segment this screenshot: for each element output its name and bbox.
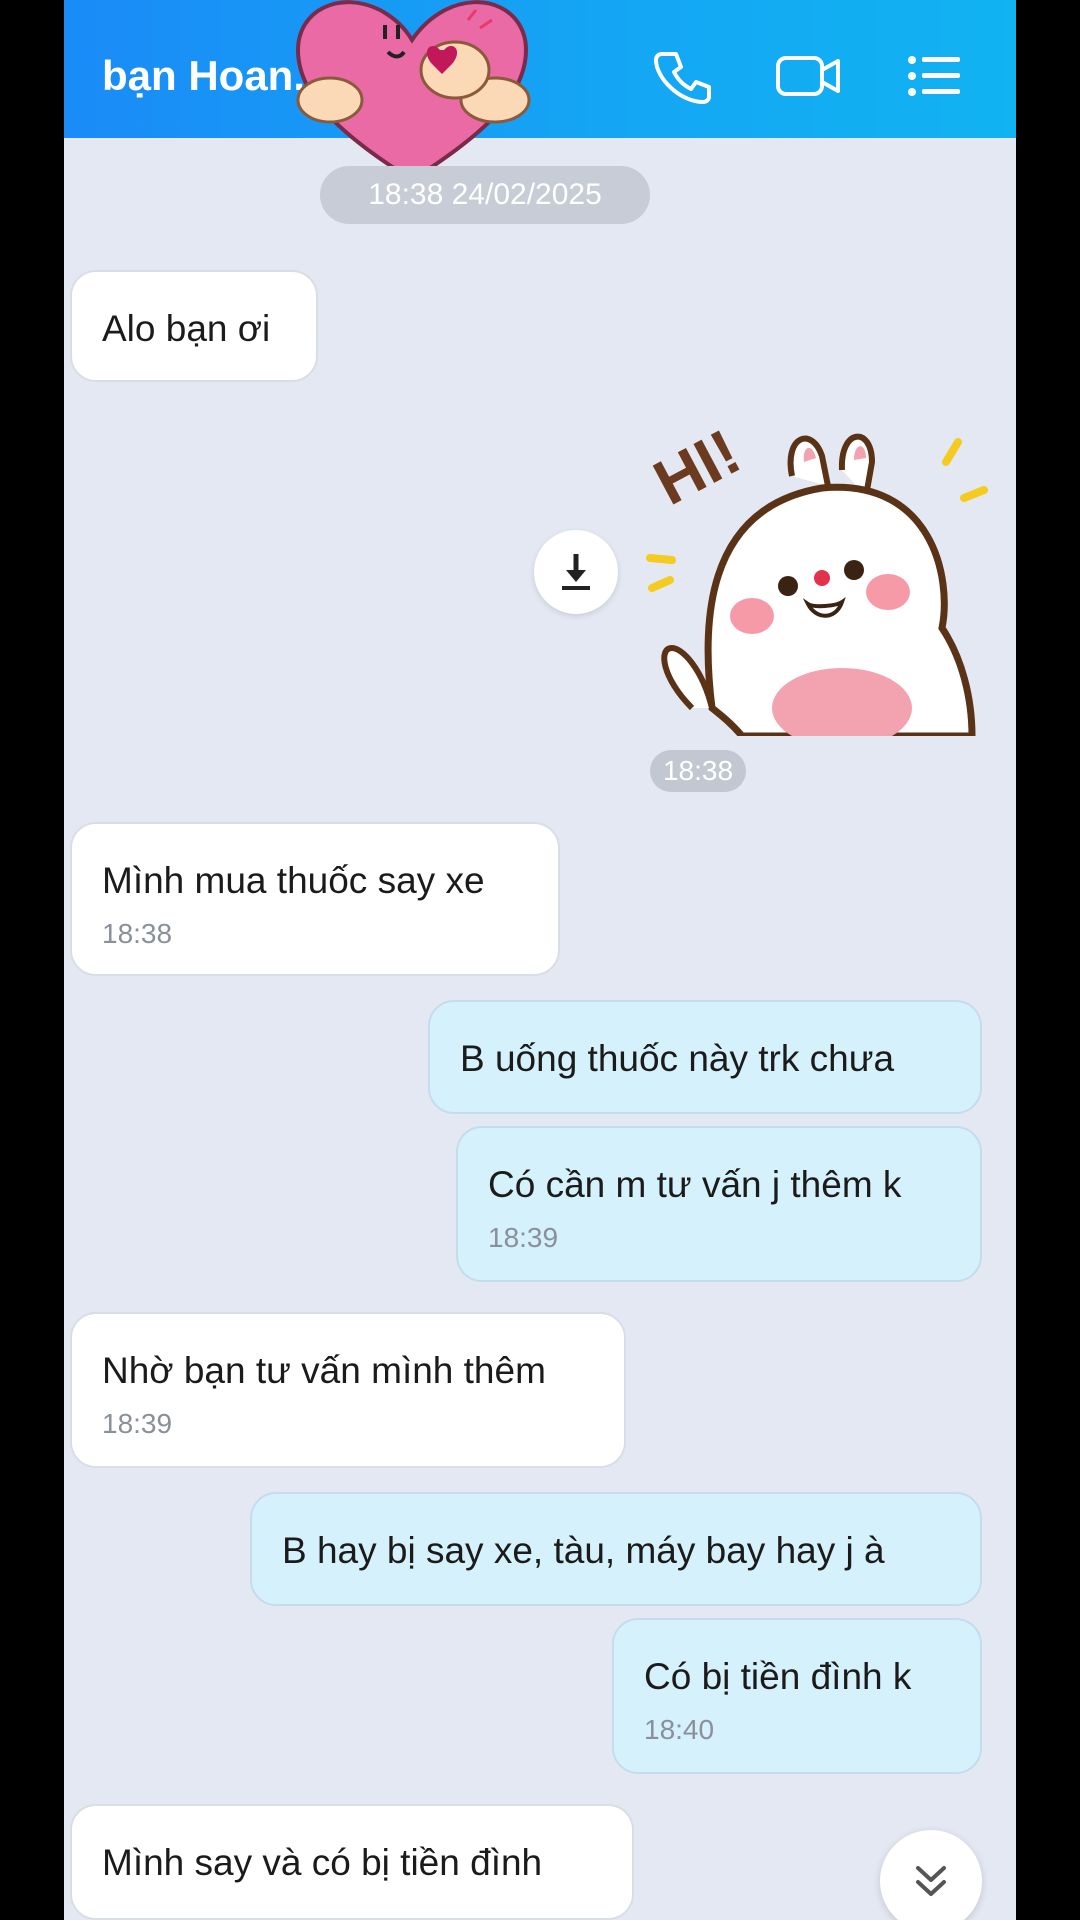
- message-bubble-incoming[interactable]: Mình say và có bị tiền đình: [70, 1804, 634, 1920]
- phone-icon[interactable]: [652, 46, 712, 106]
- list-menu-icon[interactable]: [904, 46, 964, 106]
- message-bubble-incoming[interactable]: Mình mua thuốc say xe 18:38: [70, 822, 560, 976]
- message-text: Mình mua thuốc say xe: [102, 860, 485, 901]
- date-separator: 18:38 24/02/2025: [320, 166, 650, 224]
- message-bubble-outgoing[interactable]: B hay bị say xe, tàu, máy bay hay j à: [250, 1492, 982, 1606]
- message-text: Có cần m tư vấn j thêm k: [488, 1164, 902, 1205]
- message-time: 18:39: [488, 1222, 559, 1253]
- message-text: B hay bị say xe, tàu, máy bay hay j à: [282, 1530, 885, 1571]
- sticker-timestamp: 18:38: [650, 750, 746, 792]
- chat-header: bạn Hoan...: [64, 0, 1016, 138]
- chat-screen: bạn Hoan... 18:38 24/02/2025 Alo bạn ơi: [64, 0, 1016, 1920]
- scroll-to-bottom-button[interactable]: [880, 1830, 982, 1920]
- message-text: B uống thuốc này trk chưa: [460, 1038, 895, 1079]
- heart-sticker-icon: [290, 0, 534, 184]
- message-text: Có bị tiền đình k: [644, 1656, 912, 1697]
- message-bubble-outgoing[interactable]: Có bị tiền đình k 18:40: [612, 1618, 982, 1774]
- message-text: Mình say và có bị tiền đình: [102, 1842, 543, 1883]
- message-time: 18:38: [102, 918, 173, 949]
- message-bubble-outgoing[interactable]: B uống thuốc này trk chưa: [428, 1000, 982, 1114]
- message-text: Nhờ bạn tư vấn mình thêm: [102, 1350, 546, 1391]
- download-button[interactable]: [534, 530, 618, 614]
- video-icon[interactable]: [774, 46, 844, 106]
- message-bubble-incoming[interactable]: Nhờ bạn tư vấn mình thêm 18:39: [70, 1312, 626, 1468]
- message-time: 18:40: [644, 1714, 715, 1745]
- message-time: 18:39: [102, 1408, 173, 1439]
- bunny-hi-sticker[interactable]: HI!: [642, 408, 988, 748]
- message-text: Alo bạn ơi: [102, 308, 271, 349]
- sticker-label: HI!: [642, 415, 751, 519]
- message-bubble-outgoing[interactable]: Có cần m tư vấn j thêm k 18:39: [456, 1126, 982, 1282]
- download-icon: [562, 554, 590, 590]
- double-chevron-down-icon: [916, 1866, 946, 1896]
- message-bubble-incoming[interactable]: Alo bạn ơi: [70, 270, 318, 382]
